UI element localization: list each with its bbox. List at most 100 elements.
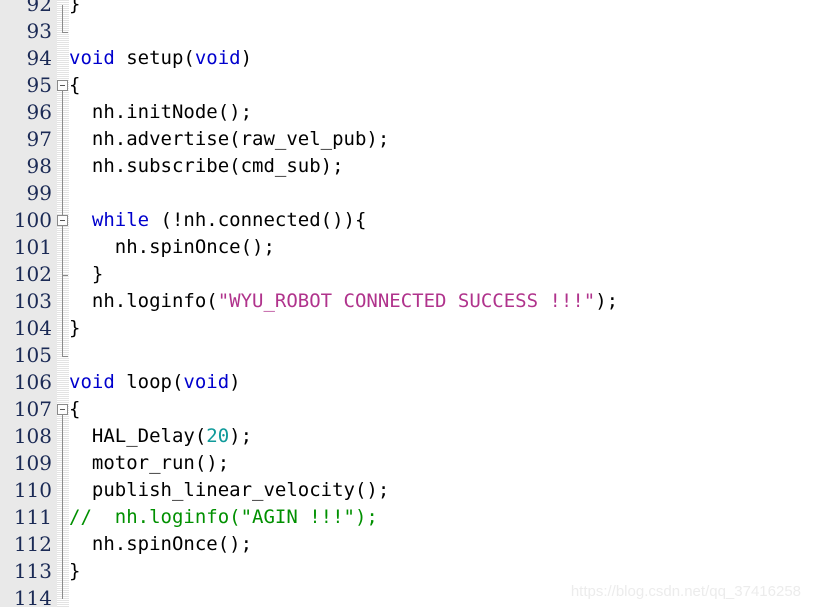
code-token-kw: void (69, 47, 115, 69)
code-line-text[interactable]: publish_linear_velocity(); (69, 477, 389, 504)
code-token-def: nh.spinOnce(); (69, 533, 253, 555)
line-number: 93 (26, 19, 52, 43)
code-line-text[interactable]: } (69, 315, 80, 342)
code-fold-toggle-icon[interactable] (57, 215, 68, 226)
code-line-row[interactable]: 96 nh.initNode(); (0, 99, 815, 126)
line-number: 99 (26, 181, 52, 205)
line-number: 108 (13, 424, 52, 448)
block-end-tick (62, 356, 68, 357)
watermark-text: https://blog.csdn.net/qq_37416258 (570, 583, 801, 600)
code-line-row[interactable]: 98 nh.subscribe(cmd_sub); (0, 153, 815, 180)
block-guide-line (62, 410, 63, 599)
code-token-cmt: // nh.loginfo("AGIN !!!"); (69, 506, 378, 528)
line-number: 98 (26, 154, 52, 178)
code-token-def: nh.initNode(); (69, 101, 253, 123)
code-fold-toggle-icon[interactable] (57, 80, 68, 91)
line-number: 107 (13, 397, 52, 421)
line-number: 111 (13, 505, 52, 529)
code-line-row[interactable]: 100 while (!nh.connected()){ (0, 207, 815, 234)
line-number: 101 (13, 235, 52, 259)
line-number: 105 (13, 343, 52, 367)
code-line-row[interactable]: 94 void setup(void) (0, 45, 815, 72)
block-guide-line (62, 221, 63, 275)
code-token-def: publish_linear_velocity(); (69, 479, 390, 501)
line-number: 100 (13, 208, 52, 232)
code-line-row[interactable]: 113} (0, 558, 815, 585)
code-line-text[interactable]: while (!nh.connected()){ (69, 207, 367, 234)
code-line-row[interactable]: 102 } (0, 261, 815, 288)
code-token-def: { (69, 398, 81, 420)
line-number: 92 (26, 0, 52, 16)
line-number: 114 (13, 586, 52, 607)
code-token-def: } (69, 560, 81, 582)
code-editor[interactable]: 92} 93 94 void setup(void) 95{96 nh.initNode… (0, 0, 815, 607)
code-line-row[interactable]: 103 nh.loginfo("WYU_ROBOT CONNECTED SUCC… (0, 288, 815, 315)
code-line-row[interactable]: 95 { (0, 72, 815, 99)
code-token-kw: void (194, 47, 241, 69)
code-token-num: 20 (206, 425, 230, 447)
code-token-def: (!nh.connected()){ (149, 209, 367, 231)
line-number: 96 (26, 100, 52, 124)
code-line-text[interactable]: { (69, 72, 80, 99)
code-line-text[interactable]: nh.advertise(raw_vel_pub); (69, 126, 389, 153)
code-token-def: ) (240, 47, 253, 69)
line-number: 109 (13, 451, 52, 475)
code-line-row[interactable]: 109 motor_run(); (0, 450, 815, 477)
code-token-kw: void (69, 371, 115, 393)
code-token-def: ) (229, 371, 241, 393)
line-number: 106 (13, 370, 52, 394)
code-token-str: "WYU_ROBOT CONNECTED SUCCESS !!!" (217, 290, 596, 312)
code-line-row[interactable]: 97 nh.advertise(raw_vel_pub); (0, 126, 815, 153)
code-line-text[interactable]: } (69, 558, 80, 585)
code-fold-toggle-icon[interactable] (57, 404, 68, 415)
code-line-text[interactable]: // nh.loginfo("AGIN !!!"); (69, 504, 378, 531)
code-token-def: ); (229, 425, 253, 447)
code-line-text[interactable]: void setup(void) (69, 45, 252, 72)
line-number: 102 (13, 262, 52, 286)
code-line-text[interactable]: } (69, 0, 80, 18)
line-number: 97 (26, 127, 52, 151)
code-line-row[interactable]: 106 void loop(void) (0, 369, 815, 396)
line-number: 113 (13, 559, 52, 583)
code-token-def: nh.loginfo( (69, 290, 218, 312)
block-end-tick (62, 32, 68, 33)
code-line-row[interactable]: 93 (0, 18, 815, 45)
block-guide-line (62, 5, 63, 32)
code-line-row[interactable]: 105 (0, 342, 815, 369)
code-token-def (69, 209, 92, 231)
line-number: 104 (13, 316, 52, 340)
code-token-def: { (69, 74, 81, 96)
code-line-row[interactable]: 110 publish_linear_velocity(); (0, 477, 815, 504)
code-line-row[interactable]: 101 nh.spinOnce(); (0, 234, 815, 261)
code-line-text[interactable]: nh.spinOnce(); (69, 531, 252, 558)
line-number: 94 (26, 46, 52, 70)
line-number: 112 (13, 532, 52, 556)
code-line-text[interactable]: nh.spinOnce(); (69, 234, 275, 261)
code-line-row[interactable]: 99 (0, 180, 815, 207)
code-line-row[interactable]: 108 HAL_Delay(20); (0, 423, 815, 450)
code-token-def: HAL_Delay( (69, 425, 207, 447)
code-line-text[interactable]: void loop(void) (69, 369, 241, 396)
code-line-text[interactable]: } (69, 261, 103, 288)
code-line-text[interactable]: nh.loginfo("WYU_ROBOT CONNECTED SUCCESS … (69, 288, 618, 315)
code-token-def: nh.subscribe(cmd_sub); (69, 155, 344, 177)
code-line-row[interactable]: 112 nh.spinOnce(); (0, 531, 815, 558)
code-token-def: } (69, 317, 81, 339)
code-line-text[interactable]: nh.initNode(); (69, 99, 252, 126)
code-line-row[interactable]: 104} (0, 315, 815, 342)
code-line-text[interactable]: HAL_Delay(20); (69, 423, 252, 450)
line-number: 103 (13, 289, 52, 313)
code-line-text[interactable]: nh.subscribe(cmd_sub); (69, 153, 344, 180)
code-line-text[interactable]: { (69, 396, 80, 423)
block-end-tick (62, 275, 68, 276)
code-token-def: loop( (114, 371, 184, 393)
code-token-def: motor_run(); (69, 452, 230, 474)
code-token-kw: void (183, 371, 230, 393)
code-line-row[interactable]: 92} (0, 0, 815, 18)
code-line-row[interactable]: 107 { (0, 396, 815, 423)
code-line-text[interactable]: motor_run(); (69, 450, 229, 477)
code-token-kw: while (91, 209, 150, 231)
code-line-row[interactable]: 111 // nh.loginfo("AGIN !!!"); (0, 504, 815, 531)
line-number: 110 (13, 478, 52, 502)
code-token-def: nh.spinOnce(); (69, 236, 275, 258)
